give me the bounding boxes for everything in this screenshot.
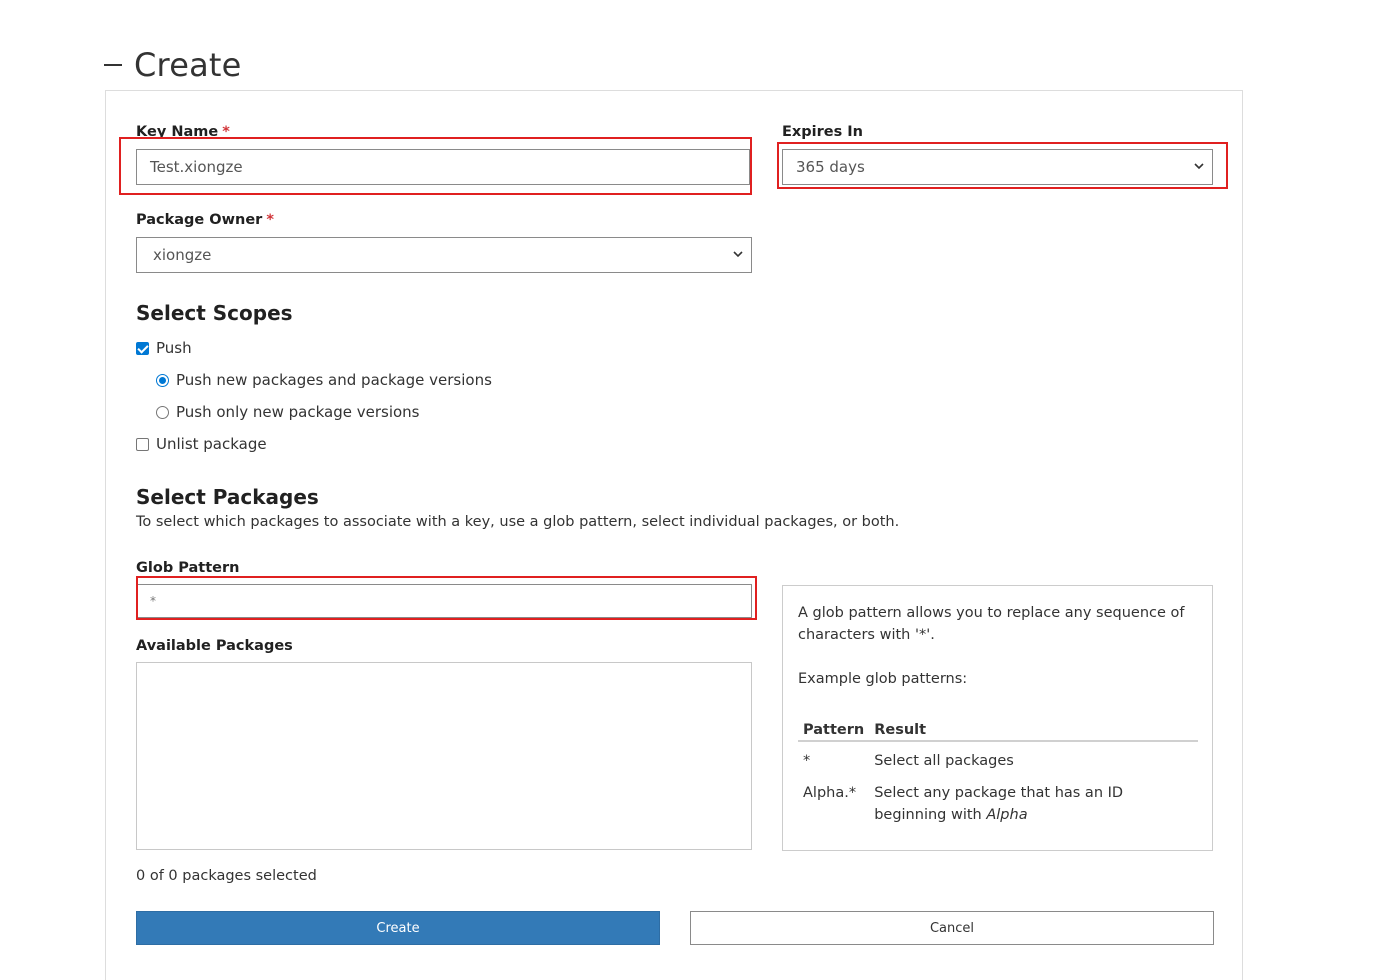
push-only-versions-row[interactable]: Push only new package versions	[156, 403, 420, 421]
pattern-cell: *	[803, 753, 811, 769]
expires-in-label-text: Expires In	[782, 124, 863, 140]
result-cell: Select any package that has an ID beginn…	[869, 774, 1198, 828]
unlist-checkbox-row[interactable]: Unlist package	[136, 435, 267, 453]
unlist-label: Unlist package	[156, 435, 267, 453]
push-new-and-versions-radio[interactable]	[156, 373, 169, 387]
pattern-column-header: Pattern	[798, 718, 870, 742]
expires-in-label: Expires In	[782, 124, 863, 140]
create-form-panel: Key Name * Test.xiongze Expires In 365 da…	[105, 90, 1243, 980]
pattern-cell: Alpha.*	[803, 785, 857, 801]
table-header-row: Pattern Result	[798, 718, 1198, 742]
push-checkbox[interactable]	[136, 341, 149, 355]
highlight-box-glob-pattern	[136, 576, 757, 620]
select-scopes-heading: Select Scopes	[136, 301, 293, 325]
glob-help-intro: A glob pattern allows you to replace any…	[798, 605, 1185, 643]
glob-examples-table: Pattern Result * Select all packages Alp…	[798, 718, 1198, 828]
page-title: Create	[134, 46, 242, 84]
push-new-and-versions-row[interactable]: Push new packages and package versions	[156, 371, 492, 389]
glob-help-examples-label: Example glob patterns:	[798, 671, 968, 687]
create-button[interactable]: Create	[136, 911, 660, 945]
unlist-checkbox[interactable]	[136, 437, 149, 451]
table-row: * Select all packages	[798, 741, 1198, 774]
available-packages-list[interactable]	[136, 662, 752, 850]
package-owner-select[interactable]: xiongze	[136, 237, 752, 273]
available-packages-label: Available Packages	[136, 638, 293, 654]
select-packages-heading: Select Packages	[136, 485, 319, 509]
cancel-button[interactable]: Cancel	[690, 911, 1214, 945]
glob-pattern-label: Glob Pattern	[136, 560, 240, 576]
push-checkbox-row[interactable]: Push	[136, 339, 192, 357]
result-emphasis: Alpha	[986, 807, 1028, 823]
highlight-box-expires-in	[777, 142, 1228, 189]
select-packages-description: To select which packages to associate wi…	[136, 514, 900, 530]
page-header[interactable]: Create	[104, 40, 242, 90]
package-owner-label: Package Owner *	[136, 212, 274, 228]
collapse-icon[interactable]	[104, 64, 122, 66]
package-owner-value: xiongze	[153, 246, 212, 264]
glob-help-box: A glob pattern allows you to replace any…	[782, 585, 1213, 851]
push-only-versions-radio[interactable]	[156, 405, 169, 419]
highlight-box-key-name	[119, 137, 752, 195]
table-row: Alpha.* Select any package that has an I…	[798, 774, 1198, 828]
push-label: Push	[156, 339, 192, 357]
chevron-down-icon	[733, 251, 743, 258]
push-only-versions-label: Push only new package versions	[176, 403, 420, 421]
result-cell: Select all packages	[874, 753, 1014, 769]
required-mark: *	[266, 212, 274, 228]
result-column-header: Result	[869, 718, 1198, 742]
packages-selected-count: 0 of 0 packages selected	[136, 868, 317, 884]
package-owner-label-text: Package Owner	[136, 212, 263, 228]
push-new-and-versions-label: Push new packages and package versions	[176, 371, 492, 389]
